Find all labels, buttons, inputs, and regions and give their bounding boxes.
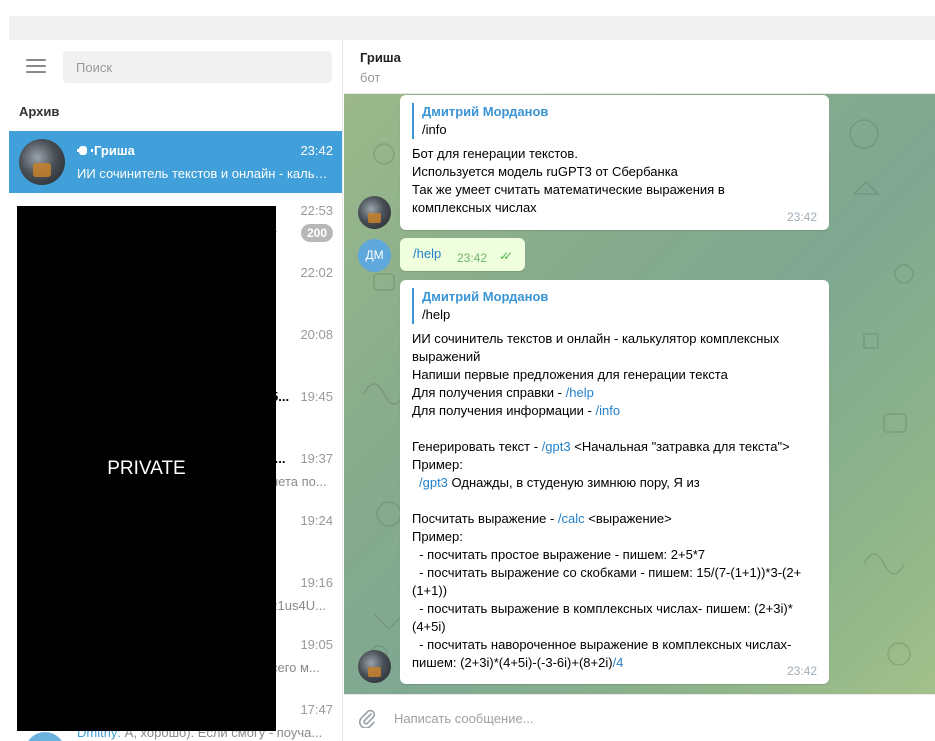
message-line: - посчитать выражение со скобками - пише… — [412, 565, 802, 598]
message-line: /gpt3 Однажды, в студеную зимнюю пору, Я… — [412, 474, 817, 492]
info-command-link[interactable]: /info — [596, 403, 621, 418]
chat-time: 17:47 — [300, 702, 333, 717]
gpt3-command-link[interactable]: /gpt3 — [419, 475, 448, 490]
chat-preview: ИИ сочинитель текстов и онлайн - калькул… — [77, 166, 333, 181]
chat-name-text: Гриша — [94, 143, 135, 158]
bot-icon — [77, 145, 93, 156]
message-line: Бот для генерации текстов. — [412, 146, 578, 161]
command-link[interactable]: /help — [413, 246, 441, 261]
chat-time: 19:05 — [300, 637, 333, 652]
bot-avatar[interactable] — [358, 650, 391, 683]
chat-time: 20:08 — [300, 327, 333, 342]
chat-name: Гриша — [77, 143, 135, 158]
hamburger-menu-icon[interactable] — [26, 59, 46, 75]
message-line: Пример: — [412, 457, 463, 472]
text: Для получения информации - — [412, 403, 596, 418]
reply-text: /info — [422, 122, 447, 137]
chat-time: 19:45 — [300, 389, 333, 404]
sidebar: Архив Гриша 23:42 ИИ сочинитель текстов … — [9, 40, 343, 741]
message-line: Генерировать текст - /gpt3 <Начальная "з… — [412, 438, 817, 456]
message-line: Для получения информации - /info — [412, 402, 817, 420]
text: Для получения справки - — [412, 385, 566, 400]
archive-title: Архив — [19, 104, 60, 119]
gpt3-command-link[interactable]: /gpt3 — [542, 439, 571, 454]
chat-time: 19:16 — [300, 575, 333, 590]
bot-avatar[interactable] — [358, 196, 391, 229]
message-line: Посчитать выражение - /calc <выражение> — [412, 510, 817, 528]
help-command-link[interactable]: /help — [566, 385, 594, 400]
reply-quote[interactable]: Дмитрий Морданов /info — [412, 103, 817, 139]
search-input[interactable] — [63, 51, 332, 83]
chat-time: 19:37 — [300, 451, 333, 466]
chat-time: 23:42 — [300, 143, 333, 158]
avatar — [19, 139, 65, 185]
reply-author: Дмитрий Морданов — [422, 289, 549, 304]
message-bubble[interactable]: Дмитрий Морданов /info Бот для генерации… — [400, 95, 829, 230]
message-line: - посчитать выражение в комплексных числ… — [412, 601, 793, 634]
window-top-bar — [9, 16, 935, 40]
message-bubble[interactable]: Дмитрий Морданов /help ИИ сочинитель тек… — [400, 280, 829, 684]
text: Однажды, в студеную зимнюю пору, Я из — [447, 475, 700, 490]
text: <Начальная "затравка для текста"> — [570, 439, 790, 454]
message-line: ИИ сочинитель текстов и онлайн - калькул… — [412, 331, 783, 364]
text: Генерировать текст - — [412, 439, 542, 454]
chat-header[interactable]: Гриша бот — [344, 40, 935, 94]
message-line: Пример: — [412, 529, 463, 544]
text: Посчитать выражение - — [412, 511, 558, 526]
user-avatar[interactable]: ДМ — [358, 239, 391, 272]
message-line: Для получения справки - /help — [412, 384, 817, 402]
chat-subtitle: бот — [360, 70, 381, 85]
message-list[interactable]: Дмитрий Морданов /info Бот для генерации… — [344, 94, 935, 694]
message-line: - посчитать навороченное выражение в ком… — [412, 636, 817, 672]
message-line: Так же умеет считать математические выра… — [412, 182, 729, 215]
command-link[interactable]: /4 — [613, 655, 624, 670]
chat-preview: z1us4U... — [271, 598, 326, 613]
outgoing-message[interactable]: /help 23:42 ✓✓ — [400, 238, 525, 271]
double-check-icon: ✓✓ — [499, 249, 513, 263]
message-time: 23:42 — [786, 210, 817, 224]
reply-text: /help — [422, 307, 451, 322]
chat-title: Гриша — [360, 50, 401, 65]
message-time: 23:42 — [457, 251, 488, 265]
reply-author: Дмитрий Морданов — [422, 104, 549, 119]
chat-item-grisha[interactable]: Гриша 23:42 ИИ сочинитель текстов и онла… — [9, 131, 342, 193]
message-line: - посчитать простое выражение - пишем: 2… — [412, 547, 706, 562]
message-composer — [344, 694, 935, 741]
chat-time: 19:24 — [300, 513, 333, 528]
calc-command-link[interactable]: /calc — [558, 511, 585, 526]
message-line: Используется модель ruGPT3 от Сбербанка — [412, 164, 678, 179]
message-line: Напиши первые предложения для генерации … — [412, 367, 728, 382]
private-redaction: PRIVATE — [17, 206, 276, 731]
text: - посчитать навороченное выражение в ком… — [412, 637, 795, 670]
chat-preview: сего м... — [271, 660, 320, 675]
text: <выражение> — [584, 511, 672, 526]
avatar — [25, 732, 65, 741]
message-input[interactable] — [394, 705, 914, 731]
message-time: 23:42 — [786, 664, 817, 678]
paperclip-icon[interactable] — [357, 708, 377, 728]
chat-time: 22:53 — [300, 203, 333, 218]
chat-time: 22:02 — [300, 265, 333, 280]
reply-quote[interactable]: Дмитрий Морданов /help — [412, 288, 817, 324]
chat-preview: нета по... — [271, 474, 327, 489]
unread-badge: 200 — [300, 224, 333, 242]
